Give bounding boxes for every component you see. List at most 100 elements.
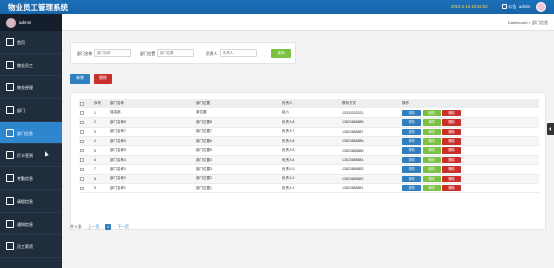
row-checkbox[interactable]: [80, 158, 84, 162]
dept-location-input[interactable]: [157, 49, 194, 57]
query-button[interactable]: 查询: [271, 48, 291, 58]
row-select-cell[interactable]: [79, 127, 93, 136]
row-index: 7: [94, 167, 96, 172]
dept-head-cell: 负责人3: [282, 166, 295, 171]
sidebar-item-8[interactable]: 请假信息: [0, 190, 62, 213]
sidebar-item-4[interactable]: 部门: [0, 99, 62, 122]
dept-head-cell: 赵六: [282, 110, 289, 115]
detail-button[interactable]: 详情: [402, 119, 421, 126]
row-select-cell[interactable]: [79, 184, 93, 193]
dept-location-label: 部门位置: [140, 51, 156, 56]
notice-icon[interactable]: [502, 3, 507, 9]
sidebar-item-3[interactable]: 物业经理: [0, 76, 62, 100]
row-index: 6: [94, 158, 96, 163]
head-input[interactable]: [220, 49, 257, 57]
next-page-link[interactable]: 下一页: [117, 225, 128, 230]
delete-button[interactable]: 删除: [442, 128, 461, 136]
dept-name-cell: 部门名称7: [110, 129, 126, 134]
batch-delete-button[interactable]: 删除: [94, 74, 112, 84]
row-checkbox[interactable]: [80, 120, 84, 125]
detail-button[interactable]: 详情: [402, 166, 421, 173]
edit-button[interactable]: 修改: [422, 184, 441, 192]
dept-head-cell: 负责人1: [282, 185, 295, 190]
delete-button[interactable]: 删除: [442, 166, 461, 173]
row-select-cell[interactable]: [79, 165, 93, 174]
delete-button[interactable]: 删除: [442, 109, 461, 117]
top-user-name[interactable]: admin: [519, 4, 530, 9]
head-label: 负责人: [206, 51, 218, 56]
sidebar-item-2[interactable]: 物业员工: [0, 54, 62, 77]
detail-button[interactable]: 详情: [402, 128, 421, 136]
detail-button[interactable]: 详情: [402, 156, 421, 164]
edit-button[interactable]: 修改: [422, 156, 441, 164]
col-header-location[interactable]: 部门位置: [195, 99, 281, 108]
table-row: 3 部门名称7 部门位置7 负责人7 13823888887 详情 修改 删除: [79, 127, 539, 137]
edit-button[interactable]: 修改: [422, 175, 441, 183]
row-checkbox[interactable]: [80, 139, 84, 144]
row-index: 2: [94, 120, 96, 125]
sidebar-item-5[interactable]: 部门信息: [0, 121, 62, 145]
delete-button[interactable]: 删除: [442, 138, 461, 145]
row-checkbox[interactable]: [80, 177, 84, 181]
delete-button[interactable]: 删除: [442, 119, 461, 126]
row-select-cell[interactable]: [79, 118, 93, 127]
col-header-head[interactable]: 负责人: [281, 99, 341, 108]
row-checkbox[interactable]: [80, 111, 84, 115]
row-checkbox[interactable]: [80, 130, 84, 134]
select-all-cell[interactable]: [79, 99, 93, 108]
delete-button[interactable]: 删除: [442, 156, 461, 164]
row-checkbox[interactable]: [80, 148, 84, 153]
row-actions: 详情 修改 删除: [401, 137, 539, 146]
row-checkbox[interactable]: [80, 167, 84, 172]
table-panel: 序号 部门名称 部门位置 负责人 联系方式 操作 1 保洁部 某位置 赵六 133333…: [70, 92, 546, 230]
row-select-cell[interactable]: [79, 108, 93, 117]
table-row: 5 部门名称5 部门位置5 负责人5 13823888885 详情 修改 删除: [79, 146, 539, 156]
dept-phone-cell: 13823888884: [342, 158, 364, 163]
delete-button[interactable]: 删除: [442, 147, 461, 154]
row-select-cell[interactable]: [79, 146, 93, 155]
row-select-cell[interactable]: [79, 155, 93, 164]
sidebar-item-10[interactable]: 员工薪资: [0, 235, 62, 258]
top-avatar[interactable]: [536, 2, 546, 12]
col-header-phone[interactable]: 联系方式: [341, 99, 401, 108]
edit-button[interactable]: 修改: [422, 109, 441, 117]
row-checkbox[interactable]: [80, 186, 84, 191]
datetime-display: 2024-2-16 15:52:53: [451, 4, 488, 9]
col-header-name[interactable]: 部门名称: [109, 99, 195, 108]
detail-button[interactable]: 详情: [402, 184, 421, 192]
select-all-checkbox[interactable]: [80, 102, 84, 106]
notice-link[interactable]: 公告: [508, 4, 516, 10]
edit-button[interactable]: 修改: [422, 138, 441, 145]
detail-button[interactable]: 详情: [402, 175, 421, 183]
delete-button[interactable]: 删除: [442, 175, 461, 183]
prev-page-link[interactable]: 上一页: [88, 225, 99, 230]
sidebar-item-label: 通知信息: [17, 221, 33, 227]
edit-button[interactable]: 修改: [422, 119, 441, 126]
detail-button[interactable]: 详情: [402, 147, 421, 154]
sidebar-item-6[interactable]: 打卡签到: [0, 144, 62, 168]
dept-name-input[interactable]: [94, 49, 131, 57]
sidebar-item-label: 打卡签到: [17, 153, 33, 159]
leave-icon: [6, 196, 14, 205]
edit-button[interactable]: 修改: [422, 166, 441, 173]
row-index: 9: [94, 186, 96, 191]
dept-location-cell: 部门位置2: [196, 176, 212, 181]
sidebar-item-9[interactable]: 通知信息: [0, 213, 62, 236]
page-number-current[interactable]: 1: [105, 224, 112, 230]
row-actions: 详情 修改 删除: [401, 118, 539, 127]
edit-button[interactable]: 修改: [422, 128, 441, 136]
delete-button[interactable]: 删除: [442, 184, 461, 192]
row-actions: 详情 修改 删除: [401, 184, 539, 193]
edit-button[interactable]: 修改: [422, 147, 441, 154]
sidebar-item-1[interactable]: 首页: [0, 31, 62, 54]
collapse-panel-toggle[interactable]: [547, 123, 554, 135]
row-select-cell[interactable]: [79, 137, 93, 146]
detail-button[interactable]: 详情: [402, 109, 421, 117]
sidebar: admin 首页 物业员工 物业经理 部门 部门信息 打卡签到 考勤信息 请假信息 通知信息 员工…: [0, 14, 62, 268]
user-tie-icon: [6, 83, 14, 92]
row-select-cell[interactable]: [79, 174, 93, 183]
add-button[interactable]: 新增: [70, 74, 90, 84]
sidebar-item-7[interactable]: 考勤信息: [0, 167, 62, 190]
sidebar-avatar: [6, 17, 16, 28]
detail-button[interactable]: 详情: [402, 138, 421, 145]
